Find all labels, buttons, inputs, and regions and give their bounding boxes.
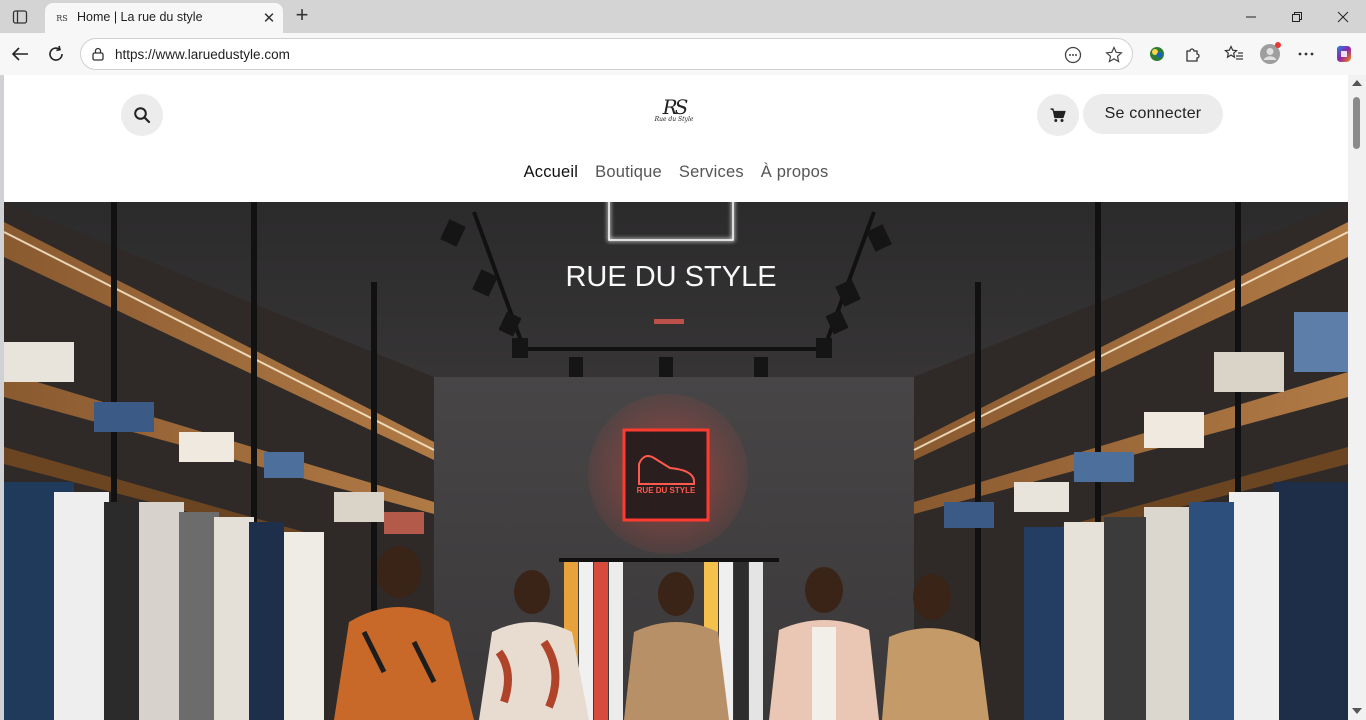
back-icon[interactable] <box>5 40 35 68</box>
favorites-icon[interactable] <box>1221 42 1247 66</box>
site-info-icon[interactable] <box>91 47 105 66</box>
minimize-icon[interactable] <box>1228 0 1274 33</box>
cart-icon <box>1050 107 1066 122</box>
restore-icon[interactable] <box>1274 0 1320 33</box>
cart-button[interactable] <box>1037 94 1079 136</box>
new-tab-icon[interactable]: + <box>290 4 314 27</box>
login-button[interactable]: Se connecter <box>1083 94 1223 134</box>
close-icon[interactable]: ✕ <box>261 10 277 27</box>
tab-title: Home | La rue du style <box>77 10 203 24</box>
nav-accueil[interactable]: Accueil <box>524 163 579 182</box>
tab-strip: RS Home | La rue du style ✕ + <box>0 0 1366 33</box>
hero-image: RUE DU STYLE RUE DU STYLE <box>4 202 1348 720</box>
neon-sign-text: RUE DU STYLE <box>637 486 696 495</box>
logo-monogram: RS <box>662 95 689 119</box>
reader-mode-icon[interactable] <box>1062 45 1084 65</box>
site-logo[interactable]: RS Rue du Style <box>654 96 694 134</box>
page-scrollbar[interactable] <box>1348 75 1366 720</box>
rs-logo-icon: RS <box>56 13 68 23</box>
nav-services[interactable]: Services <box>679 163 744 182</box>
ceiling-sign-text: RUE DU STYLE <box>565 261 776 293</box>
logo-tagline: Rue du Style <box>654 116 694 123</box>
favorite-star-icon[interactable] <box>1103 45 1125 65</box>
search-icon <box>134 107 151 124</box>
url-text[interactable]: https://www.laruedustyle.com <box>115 47 290 62</box>
tab-actions-icon[interactable] <box>6 4 34 30</box>
nav-boutique[interactable]: Boutique <box>595 163 662 182</box>
active-tab[interactable]: RS Home | La rue du style ✕ <box>45 3 283 33</box>
extension-icon[interactable] <box>1144 42 1170 66</box>
scroll-down-icon[interactable] <box>1352 708 1362 714</box>
address-bar[interactable]: https://www.laruedustyle.com <box>80 38 1133 70</box>
copilot-icon[interactable] <box>1331 42 1357 66</box>
more-icon[interactable] <box>1293 42 1319 66</box>
nav-a-propos[interactable]: À propos <box>761 163 829 182</box>
search-button[interactable] <box>121 94 163 136</box>
browser-toolbar: https://www.laruedustyle.com <box>0 33 1366 75</box>
scroll-up-icon[interactable] <box>1352 80 1362 86</box>
puzzle-icon[interactable] <box>1180 42 1206 66</box>
page-viewport: RS Rue du Style Se connecter Accueil Bou… <box>4 75 1348 720</box>
refresh-icon[interactable] <box>41 40 71 68</box>
main-nav: Accueil Boutique Services À propos <box>4 163 1348 182</box>
site-header: RS Rue du Style Se connecter Accueil Bou… <box>4 75 1348 202</box>
scroll-thumb[interactable] <box>1353 97 1360 149</box>
window-close-icon[interactable] <box>1320 0 1366 33</box>
profile-avatar-icon[interactable] <box>1257 42 1283 66</box>
